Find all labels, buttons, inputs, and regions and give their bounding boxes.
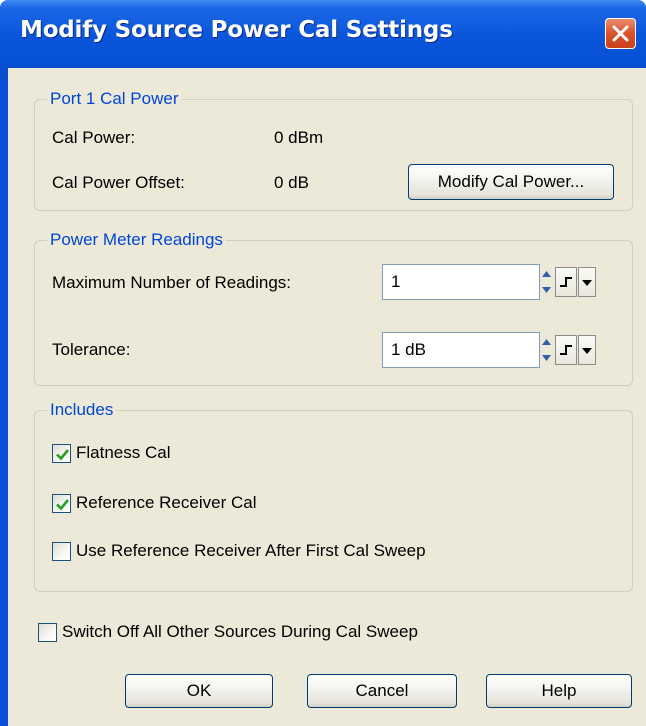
flatness-cal-checkbox[interactable] <box>52 444 71 463</box>
use-reference-receiver-checkbox[interactable] <box>52 542 71 561</box>
help-button-label: Help <box>541 681 577 700</box>
cancel-button[interactable]: Cancel <box>307 674 457 708</box>
flatness-cal-label[interactable]: Flatness Cal <box>76 442 170 464</box>
max-readings-input[interactable]: 1 <box>382 264 540 300</box>
dropdown-arrow-icon <box>582 280 592 286</box>
cal-power-label: Cal Power: <box>52 128 136 147</box>
switch-off-sources-label[interactable]: Switch Off All Other Sources During Cal … <box>62 621 418 643</box>
tolerance-step-button[interactable] <box>555 335 577 365</box>
cal-power-value: 0 dBm <box>274 128 324 147</box>
cal-power-offset-value: 0 dB <box>274 173 309 192</box>
step-size-icon <box>560 277 572 287</box>
tolerance-input[interactable]: 1 dB <box>382 332 540 368</box>
up-down-spinner-icon <box>542 339 551 361</box>
max-readings-dropdown-button[interactable] <box>578 267 596 297</box>
ok-button[interactable]: OK <box>125 674 273 708</box>
tolerance-spinner[interactable] <box>540 333 553 367</box>
port-cal-power-legend: Port 1 Cal Power <box>47 87 182 111</box>
power-meter-legend: Power Meter Readings <box>47 228 226 252</box>
modify-cal-power-button-label: Modify Cal Power... <box>437 172 585 191</box>
close-x-icon <box>612 25 629 42</box>
help-button[interactable]: Help <box>486 674 632 708</box>
tolerance-label: Tolerance: <box>52 340 131 359</box>
reference-receiver-cal-label[interactable]: Reference Receiver Cal <box>76 492 256 514</box>
cancel-button-label: Cancel <box>355 681 409 700</box>
switch-off-sources-checkbox[interactable] <box>38 623 57 642</box>
includes-legend: Includes <box>47 398 117 422</box>
modify-cal-power-button[interactable]: Modify Cal Power... <box>408 164 614 200</box>
max-readings-step-button[interactable] <box>555 267 577 297</box>
use-reference-receiver-label[interactable]: Use Reference Receiver After First Cal S… <box>76 540 426 562</box>
dialog-body: Port 1 Cal Power Cal Power: 0 dBm Cal Po… <box>8 68 646 726</box>
up-down-spinner-icon <box>542 271 551 293</box>
max-readings-spinner[interactable] <box>540 265 553 299</box>
dialog-title: Modify Source Power Cal Settings <box>20 17 453 43</box>
reference-receiver-cal-checkbox[interactable] <box>52 494 71 513</box>
step-size-icon <box>560 345 572 355</box>
checkmark-icon <box>56 499 70 511</box>
ok-button-label: OK <box>186 681 212 700</box>
dialog-window: Modify Source Power Cal Settings Port 1 … <box>0 0 646 726</box>
max-readings-label: Maximum Number of Readings: <box>52 273 292 292</box>
dropdown-arrow-icon <box>582 348 592 354</box>
checkmark-icon <box>56 449 70 461</box>
cal-power-offset-label: Cal Power Offset: <box>52 173 185 192</box>
close-button[interactable] <box>605 18 636 49</box>
tolerance-dropdown-button[interactable] <box>578 335 596 365</box>
